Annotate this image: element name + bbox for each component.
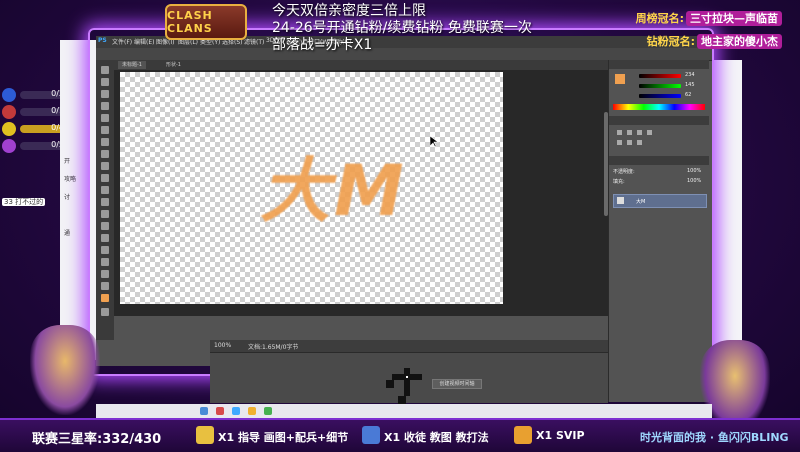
zoom-level[interactable]: 100% — [214, 342, 231, 349]
canvas-layer-text[interactable]: 大M — [260, 135, 408, 236]
gradient-tool-icon[interactable] — [101, 198, 109, 206]
pen-tool-icon[interactable] — [101, 234, 109, 242]
clash-of-clans-logo: CLASH CLANS — [165, 4, 247, 40]
troop-icon — [2, 139, 16, 153]
hue-icon[interactable] — [627, 140, 632, 145]
photoshop-taskbar-icon[interactable] — [232, 407, 240, 415]
red-value[interactable]: 234 — [685, 72, 695, 78]
menu-edit[interactable]: 编辑(E) — [134, 37, 154, 46]
levels-icon[interactable] — [627, 130, 632, 135]
mouse-cursor-icon — [430, 136, 439, 148]
fill-value[interactable]: 100% — [687, 178, 701, 184]
brightness-icon[interactable] — [617, 130, 622, 135]
blue-slider[interactable] — [639, 94, 681, 98]
fill-label: 填充: — [613, 179, 625, 185]
scrolling-marquee: 时光背面的我 · 鱼闪闪BLING — [640, 431, 789, 444]
sponsor-value: 三寸拉块—声临苗 — [686, 11, 782, 26]
feather-icon — [362, 426, 380, 444]
weekly-sponsor: 周榜冠名: 三寸拉块—声临苗 — [636, 10, 782, 26]
magic-wand-icon[interactable] — [101, 102, 109, 110]
brush-tool-icon[interactable] — [101, 150, 109, 158]
ps-document-tabs: 未标题-1 形状-1 — [114, 60, 608, 70]
blur-tool-icon[interactable] — [101, 210, 109, 218]
foreground-color-icon[interactable] — [101, 294, 109, 302]
menu-filter[interactable]: 滤镜(T) — [244, 37, 264, 46]
doc-size: 文档:1.65M/0字节 — [248, 344, 299, 351]
layer-row[interactable]: 大M — [613, 194, 707, 208]
opacity-label: 不透明度: — [613, 169, 635, 175]
ps-toolbox — [96, 60, 114, 340]
balance-icon[interactable] — [637, 140, 642, 145]
type-tool-icon[interactable] — [101, 246, 109, 254]
healing-brush-icon[interactable] — [101, 138, 109, 146]
taskbar-app-icon[interactable] — [264, 407, 272, 415]
vibrance-icon[interactable] — [617, 140, 622, 145]
sponsor-value: 地主家的傻小杰 — [697, 34, 782, 49]
layers-panel-header — [609, 156, 709, 165]
shape-tool-icon[interactable] — [101, 270, 109, 278]
fg-color-swatch[interactable] — [615, 74, 625, 84]
sponsor-label: 钻粉冠名: — [646, 35, 695, 48]
create-timeline-button[interactable]: 创建视频时间轴 — [432, 379, 482, 389]
crop-tool-icon[interactable] — [101, 114, 109, 122]
browser-right-strip — [712, 60, 742, 360]
taskbar-app-icon[interactable] — [216, 407, 224, 415]
green-slider[interactable] — [639, 84, 681, 88]
history-brush-icon[interactable] — [101, 174, 109, 182]
crown-icon — [514, 426, 532, 444]
diamond-sponsor: 钻粉冠名: 地主家的傻小杰 — [647, 33, 782, 49]
taskbar-app-icon[interactable] — [200, 407, 208, 415]
service-item: X1 SVIP — [536, 429, 585, 442]
red-slider[interactable] — [639, 74, 681, 78]
pixel-sword-icon — [386, 368, 422, 404]
color-spectrum[interactable] — [613, 104, 705, 110]
dodge-tool-icon[interactable] — [101, 222, 109, 230]
move-tool-icon[interactable] — [101, 66, 109, 74]
ps-logo: PS — [98, 37, 107, 44]
stat-row: 0/1 — [0, 105, 64, 119]
chat-text: 33 打不过的 — [2, 198, 46, 206]
path-select-icon[interactable] — [101, 258, 109, 266]
stat-row: 0/5 — [0, 139, 64, 153]
service-item: X1 收徒 教图 教打法 — [384, 431, 489, 444]
stat-row: 0/2 — [0, 88, 64, 102]
canvas-scrollbar[interactable] — [604, 112, 608, 216]
blue-value[interactable]: 62 — [685, 92, 691, 98]
service-item: X1 指导 画图+配兵+细节 — [218, 431, 349, 444]
hand-tool-icon[interactable] — [101, 282, 109, 290]
stamp-tool-icon[interactable] — [101, 162, 109, 170]
notice-line: 部落战=办卡X1 — [272, 37, 373, 53]
troop-icon — [2, 122, 16, 136]
sponsor-label: 周榜冠名: — [635, 12, 684, 25]
chat-message: 33 打不过的 — [2, 197, 46, 207]
eye-icon[interactable] — [617, 197, 624, 204]
pencil-icon — [196, 426, 214, 444]
league-rate: 联赛三星率:332/430 — [32, 432, 162, 447]
lasso-tool-icon[interactable] — [101, 90, 109, 98]
archer-queen-character — [30, 325, 100, 415]
ps-right-panels: 234 145 62 不透明度: 100% 填充: 100% 大M — [608, 60, 709, 402]
ps-status-bar: 100% 文档:1.65M/0字节 — [210, 340, 608, 352]
troop-icon — [2, 105, 16, 119]
curves-icon[interactable] — [637, 130, 642, 135]
marquee-tool-icon[interactable] — [101, 78, 109, 86]
color-panel-header — [609, 60, 709, 69]
green-value[interactable]: 145 — [685, 82, 695, 88]
eyedropper-icon[interactable] — [101, 126, 109, 134]
menu-file[interactable]: 文件(F) — [112, 37, 132, 46]
opacity-value[interactable]: 100% — [687, 168, 701, 174]
troop-icon — [2, 88, 16, 102]
adjustments-panel-header — [609, 116, 709, 125]
bottom-info-bar: 联赛三星率:332/430 X1 指导 画图+配兵+细节 X1 收徒 教图 教打… — [0, 418, 800, 452]
eraser-tool-icon[interactable] — [101, 186, 109, 194]
exposure-icon[interactable] — [647, 130, 652, 135]
doc-tab[interactable]: 形状-1 — [162, 61, 185, 69]
taskbar-app-icon[interactable] — [248, 407, 256, 415]
doc-tab[interactable]: 未标题-1 — [118, 61, 146, 69]
stat-row: 0/4 — [0, 122, 64, 136]
layer-name: 大M — [636, 199, 646, 205]
quick-mask-icon[interactable] — [101, 308, 109, 316]
